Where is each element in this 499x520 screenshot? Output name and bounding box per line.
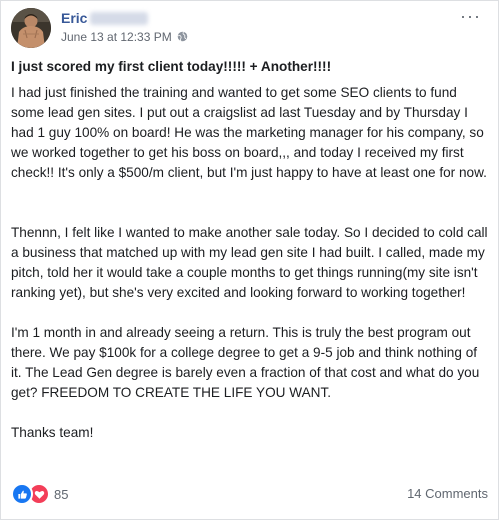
post-timestamp[interactable]: June 13 at 12:33 PM	[61, 30, 188, 45]
thumbs-up-icon	[11, 483, 33, 505]
reaction-count: 85	[54, 486, 69, 502]
avatar-photo	[11, 8, 51, 48]
author-first-name: Eric	[61, 10, 88, 26]
globe-icon	[177, 31, 188, 45]
author-name[interactable]: Eric	[61, 10, 149, 26]
post-header: Eric June 13 at 12:33 PM ···	[11, 7, 481, 50]
timestamp-text: June 13 at 12:33 PM	[61, 30, 172, 44]
author-surname-blurred	[90, 12, 149, 25]
post-footer: 85 14 Comments	[11, 483, 488, 506]
post-body: I just scored my first client today!!!!!…	[11, 57, 489, 443]
comments-count-link[interactable]: 14 Comments	[407, 486, 488, 501]
post-paragraph-4: Thanks team!	[11, 425, 94, 440]
post-paragraph-2: Thennn, I felt like I wanted to make ano…	[11, 225, 488, 300]
avatar[interactable]	[11, 8, 51, 48]
post-headline: I just scored my first client today!!!!!…	[11, 59, 332, 74]
more-options-button[interactable]: ···	[460, 7, 481, 25]
post-paragraph-1: I had just finished the training and wan…	[11, 85, 487, 180]
post-paragraph-3: I'm 1 month in and already seeing a retu…	[11, 325, 480, 400]
post-card: Eric June 13 at 12:33 PM ··· I just scor…	[0, 0, 499, 520]
reactions-summary[interactable]: 85	[11, 483, 69, 505]
